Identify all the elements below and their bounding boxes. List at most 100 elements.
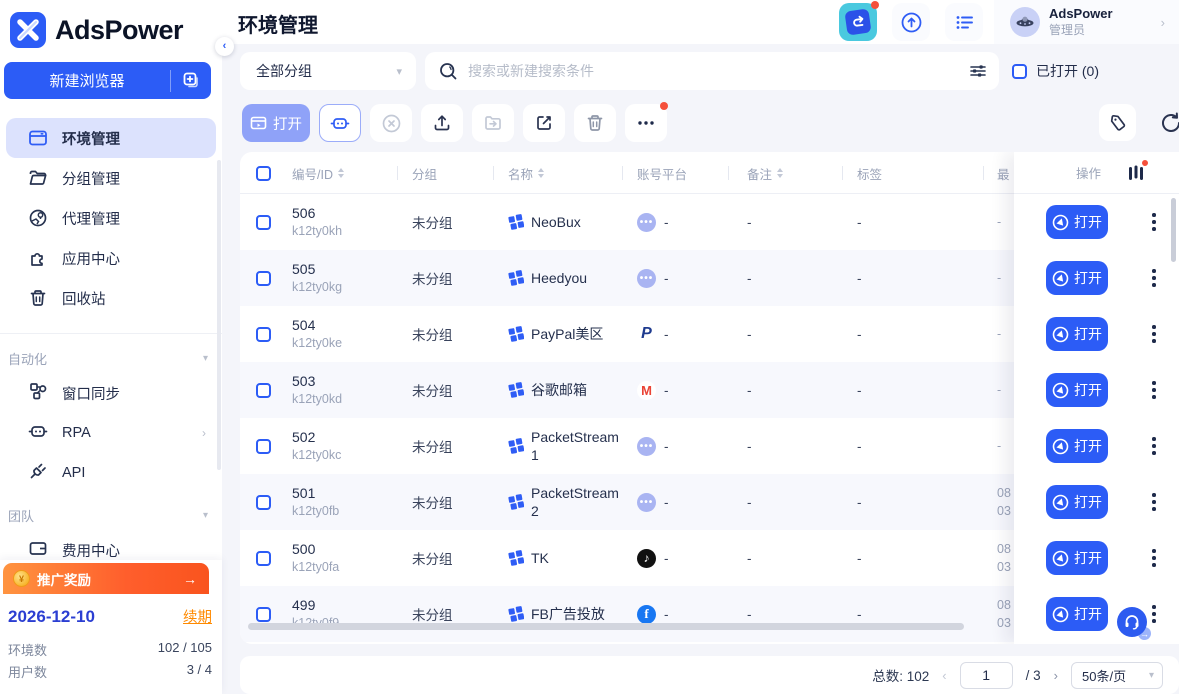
advanced-filter-icon[interactable]: [969, 62, 987, 80]
row-checkbox[interactable]: [256, 530, 271, 586]
row-name-cell[interactable]: FB广告投放: [508, 586, 619, 642]
open-environment-button[interactable]: 打开: [1046, 205, 1108, 239]
column-header-name[interactable]: 名称: [508, 152, 544, 194]
sidebar-item-rpa[interactable]: RPA ›: [0, 413, 222, 453]
row-more-menu[interactable]: [1150, 491, 1158, 513]
next-page-button[interactable]: ›: [1054, 668, 1058, 683]
row-checkbox[interactable]: [256, 586, 271, 642]
page-size-select[interactable]: 50条/页 ▾: [1071, 662, 1163, 689]
row-checkbox[interactable]: [256, 418, 271, 474]
open-environment-button[interactable]: 打开: [1046, 597, 1108, 631]
row-checkbox[interactable]: [256, 362, 271, 418]
sunbrowser-icon: [1052, 438, 1069, 455]
sunbrowser-icon: [1052, 494, 1069, 511]
row-checkbox[interactable]: [256, 250, 271, 306]
circle-up-arrow-icon: [900, 11, 923, 34]
row-id-cell: 499k12ty0f9: [292, 586, 339, 642]
sidebar-scrollbar[interactable]: [217, 160, 221, 470]
task-list-button[interactable]: [945, 3, 983, 41]
column-settings-icon[interactable]: [1128, 163, 1144, 188]
opened-filter-checkbox[interactable]: 已打开 (0): [1012, 61, 1099, 81]
search-input[interactable]: [468, 63, 969, 79]
user-menu[interactable]: AdsPower 管理员 ›: [994, 0, 1179, 44]
open-environment-button[interactable]: 打开: [1046, 373, 1108, 407]
column-divider: [397, 166, 398, 180]
sidebar-collapse-button[interactable]: ‹: [215, 37, 234, 56]
sort-icon[interactable]: [338, 168, 344, 178]
browser-window-icon: [28, 128, 48, 148]
bulk-delete-button[interactable]: [574, 104, 616, 142]
promo-banner[interactable]: ¥ 推广奖励 →: [3, 563, 209, 594]
sidebar-item-apps[interactable]: 应用中心: [6, 238, 216, 278]
sort-icon[interactable]: [777, 168, 783, 178]
batch-create-icon[interactable]: [171, 72, 211, 89]
row-platform-cell: P-: [637, 306, 669, 362]
row-more-menu[interactable]: [1150, 379, 1158, 401]
row-checkbox[interactable]: [256, 474, 271, 530]
row-more-menu[interactable]: [1150, 211, 1158, 233]
sidebar-item-trash[interactable]: 回收站: [6, 278, 216, 318]
open-environment-button[interactable]: 打开: [1046, 261, 1108, 295]
bulk-export-button[interactable]: [421, 104, 463, 142]
open-environment-button[interactable]: 打开: [1046, 485, 1108, 519]
row-more-menu[interactable]: [1150, 603, 1158, 625]
page-input[interactable]: [960, 662, 1013, 689]
sunbrowser-icon: [1052, 214, 1069, 231]
prev-page-button[interactable]: ‹: [942, 668, 946, 683]
select-all-checkbox[interactable]: [256, 152, 271, 194]
open-environment-button[interactable]: 打开: [1046, 541, 1108, 575]
row-name-cell[interactable]: TK: [508, 530, 619, 586]
bulk-rpa-button[interactable]: [319, 104, 361, 142]
open-environment-button[interactable]: 打开: [1046, 317, 1108, 351]
section-automation[interactable]: 自动化 ▾: [0, 346, 222, 370]
group-filter-select[interactable]: 全部分组 ▾: [240, 52, 416, 90]
row-operations: 打开: [1014, 474, 1179, 530]
promo-app-button[interactable]: [839, 3, 877, 41]
row-name-cell[interactable]: Heedyou: [508, 250, 619, 306]
row-name-cell[interactable]: 谷歌邮箱: [508, 362, 619, 418]
checkbox[interactable]: [1012, 64, 1027, 79]
sidebar-item-groups[interactable]: 分组管理: [6, 158, 216, 198]
tag-manager-button[interactable]: [1099, 104, 1136, 141]
row-id-cell: 506k12ty0kh: [292, 194, 342, 250]
sort-icon[interactable]: [538, 168, 544, 178]
row-more-menu[interactable]: [1150, 547, 1158, 569]
column-header-note[interactable]: 备注: [747, 152, 783, 194]
horizontal-scrollbar[interactable]: [248, 623, 964, 630]
sidebar-item-label: RPA: [62, 425, 91, 441]
row-tag-cell: -: [857, 530, 862, 586]
sidebar-item-window-sync[interactable]: 窗口同步: [0, 373, 222, 413]
sidebar-item-proxies[interactable]: 代理管理: [6, 198, 216, 238]
bulk-share-button[interactable]: [523, 104, 565, 142]
bulk-close-button[interactable]: [370, 104, 412, 142]
row-name-cell[interactable]: PayPal美区: [508, 306, 619, 362]
row-more-menu[interactable]: [1150, 435, 1158, 457]
column-header-id[interactable]: 编号/ID: [292, 152, 344, 194]
bulk-more-button[interactable]: [625, 104, 667, 142]
new-browser-button[interactable]: 新建浏览器: [4, 62, 211, 99]
generic-platform-icon: •••: [637, 493, 656, 512]
vertical-scrollbar[interactable]: [1171, 198, 1176, 262]
chevron-down-icon: ▾: [203, 353, 208, 364]
row-more-menu[interactable]: [1150, 267, 1158, 289]
support-button[interactable]: [1117, 607, 1147, 637]
row-checkbox[interactable]: [256, 194, 271, 250]
sidebar-item-api[interactable]: API: [0, 453, 222, 493]
sidebar-item-environments[interactable]: 环境管理: [6, 118, 216, 158]
row-name-cell[interactable]: PacketStream 1: [508, 418, 619, 474]
open-environment-button[interactable]: 打开: [1046, 429, 1108, 463]
update-button[interactable]: [892, 3, 930, 41]
row-name-cell[interactable]: NeoBux: [508, 194, 619, 250]
column-divider: [728, 166, 729, 180]
ufo-icon: [1014, 11, 1036, 33]
row-name-cell[interactable]: PacketStream 2: [508, 474, 619, 530]
search-icon: [439, 62, 458, 81]
row-more-menu[interactable]: [1150, 323, 1158, 345]
bulk-move-group-button[interactable]: [472, 104, 514, 142]
row-checkbox[interactable]: [256, 306, 271, 362]
renew-link[interactable]: 续期: [183, 606, 212, 627]
refresh-button[interactable]: [1152, 104, 1179, 141]
generic-platform-icon: •••: [637, 269, 656, 288]
section-team[interactable]: 团队 ▾: [0, 503, 222, 527]
bulk-open-button[interactable]: 打开: [242, 104, 310, 142]
